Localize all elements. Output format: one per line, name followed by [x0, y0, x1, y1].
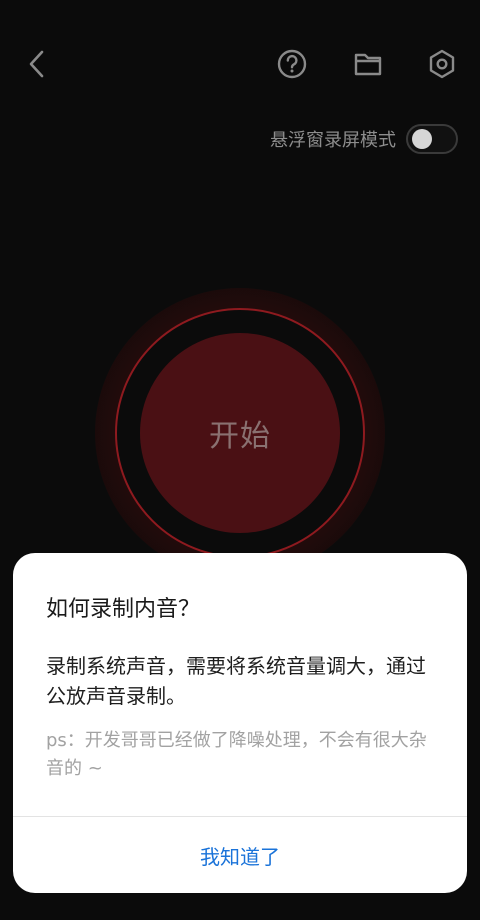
start-record-button[interactable]: 开始	[140, 333, 340, 533]
dialog-body: 录制系统声音，需要将系统音量调大，通过公放声音录制。	[46, 654, 426, 708]
dialog-note: ps：开发哥哥已经做了降噪处理，不会有很大杂音的 ~	[46, 730, 427, 779]
folder-button[interactable]	[348, 44, 388, 84]
gear-hexagon-icon	[429, 49, 455, 79]
internal-audio-dialog: 如何录制内音？ 录制系统声音，需要将系统音量调大，通过公放声音录制。 ps：开发…	[13, 553, 467, 893]
start-record-label: 开始	[209, 419, 271, 454]
floating-mode-toggle[interactable]	[406, 124, 458, 154]
chevron-left-icon	[29, 50, 44, 78]
back-button[interactable]	[18, 44, 58, 84]
dialog-confirm-button[interactable]: 我知道了	[13, 817, 467, 893]
folder-icon	[354, 53, 382, 76]
screen: 悬浮窗录屏模式 开始 如何录制内音？ 录制系统声音，需要将系统音量调大，通过公放…	[0, 0, 480, 920]
record-control: 开始	[95, 288, 385, 578]
help-button[interactable]	[272, 44, 312, 84]
floating-mode-label: 悬浮窗录屏模式	[270, 130, 396, 151]
floating-mode-row: 悬浮窗录屏模式	[270, 122, 458, 156]
top-toolbar	[0, 0, 480, 120]
dialog-title: 如何录制内音？	[46, 597, 201, 622]
question-circle-icon	[277, 49, 307, 79]
settings-button[interactable]	[422, 44, 462, 84]
toggle-knob	[412, 129, 432, 149]
